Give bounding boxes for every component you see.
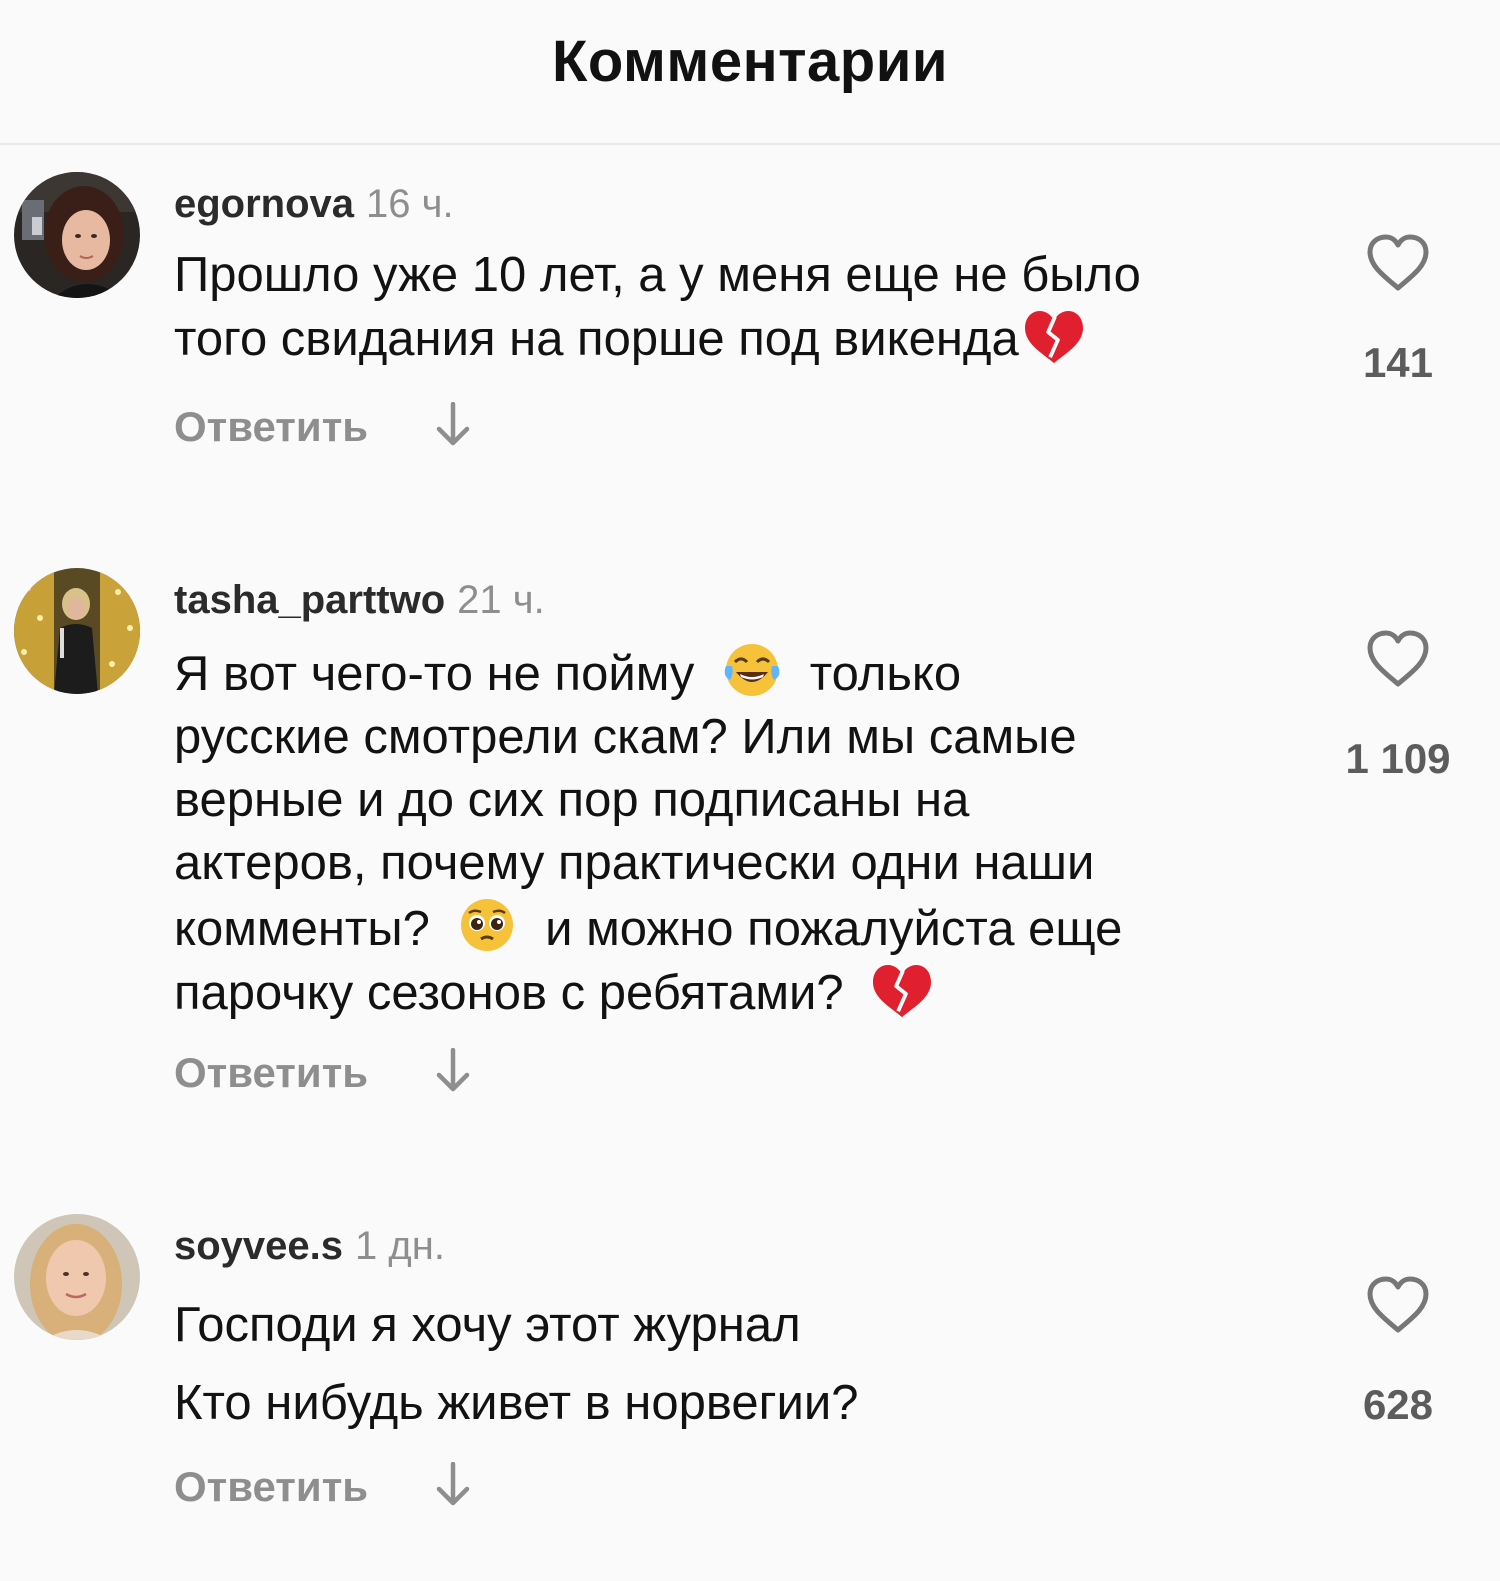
arrow-down-icon[interactable]	[435, 1461, 471, 1511]
like-control: 628	[1338, 1276, 1458, 1429]
comment-line: и можно пожалуйста еще	[545, 902, 1123, 956]
comment-meta: tasha_parttwo 21 ч.	[174, 576, 545, 624]
like-count: 1 109	[1345, 735, 1451, 782]
comment-line: Я вот чего-то не пойму	[174, 647, 695, 701]
reply-row: Ответить	[174, 1047, 471, 1098]
face-with-tears-of-joy-icon	[722, 640, 782, 700]
like-count: 628	[1362, 1381, 1434, 1428]
arrow-down-icon[interactable]	[435, 1047, 471, 1097]
comments-header: Комментарии	[0, 0, 1500, 145]
reply-button[interactable]: Ответить	[174, 1049, 368, 1097]
avatar[interactable]	[14, 172, 140, 298]
comment-time: 1 дн.	[355, 1224, 445, 1268]
page-title: Комментарии	[551, 29, 949, 94]
reply-row: Ответить	[174, 401, 471, 452]
broken-heart-icon	[1023, 307, 1085, 365]
heart-outline-icon[interactable]	[1338, 630, 1458, 693]
comment-text: Я вот чего-то не пойму только русские см…	[174, 640, 1304, 1025]
comment-time: 21 ч.	[457, 578, 545, 622]
heart-outline-icon[interactable]	[1338, 234, 1458, 297]
reply-button[interactable]: Ответить	[174, 403, 368, 451]
username[interactable]: egornova	[174, 182, 354, 226]
pleading-face-icon	[457, 895, 517, 955]
comment-line: комменты?	[174, 902, 430, 956]
comment-text: Господи я хочу этот журнал Кто нибудь жи…	[174, 1286, 1304, 1442]
comment-meta: egornova 16 ч.	[174, 180, 454, 228]
avatar[interactable]	[14, 1214, 140, 1340]
comment-line: Кто нибудь живет в норвегии?	[174, 1376, 859, 1430]
reply-button[interactable]: Ответить	[174, 1463, 368, 1511]
comment-line: Прошло уже 10 лет, а у меня еще не было	[174, 248, 1141, 302]
username[interactable]: tasha_parttwo	[174, 578, 445, 622]
username[interactable]: soyvee.s	[174, 1224, 343, 1268]
comment-line: русские смотрели скам? Или мы самые	[174, 710, 1077, 764]
comment-line: парочку сезонов с ребятами?	[174, 966, 844, 1020]
like-control: 141	[1338, 234, 1458, 387]
like-count: 141	[1362, 339, 1434, 386]
heart-outline-icon[interactable]	[1338, 1276, 1458, 1339]
comment-time: 16 ч.	[366, 182, 454, 226]
comment-line: актеров, почему практически одни наши	[174, 836, 1095, 890]
comment-line: того свидания на порше под викенда	[174, 312, 1019, 366]
avatar[interactable]	[14, 568, 140, 694]
arrow-down-icon[interactable]	[435, 401, 471, 451]
like-control: 1 109	[1338, 630, 1458, 783]
comment-line: верные и до сих пор подписаны на	[174, 773, 970, 827]
comment-text: Прошло уже 10 лет, а у меня еще не было …	[174, 244, 1304, 371]
comment-meta: soyvee.s 1 дн.	[174, 1222, 445, 1270]
reply-row: Ответить	[174, 1461, 471, 1512]
comment-line: только	[809, 647, 962, 701]
broken-heart-icon	[871, 961, 933, 1019]
comment-line: Господи я хочу этот журнал	[174, 1298, 801, 1352]
